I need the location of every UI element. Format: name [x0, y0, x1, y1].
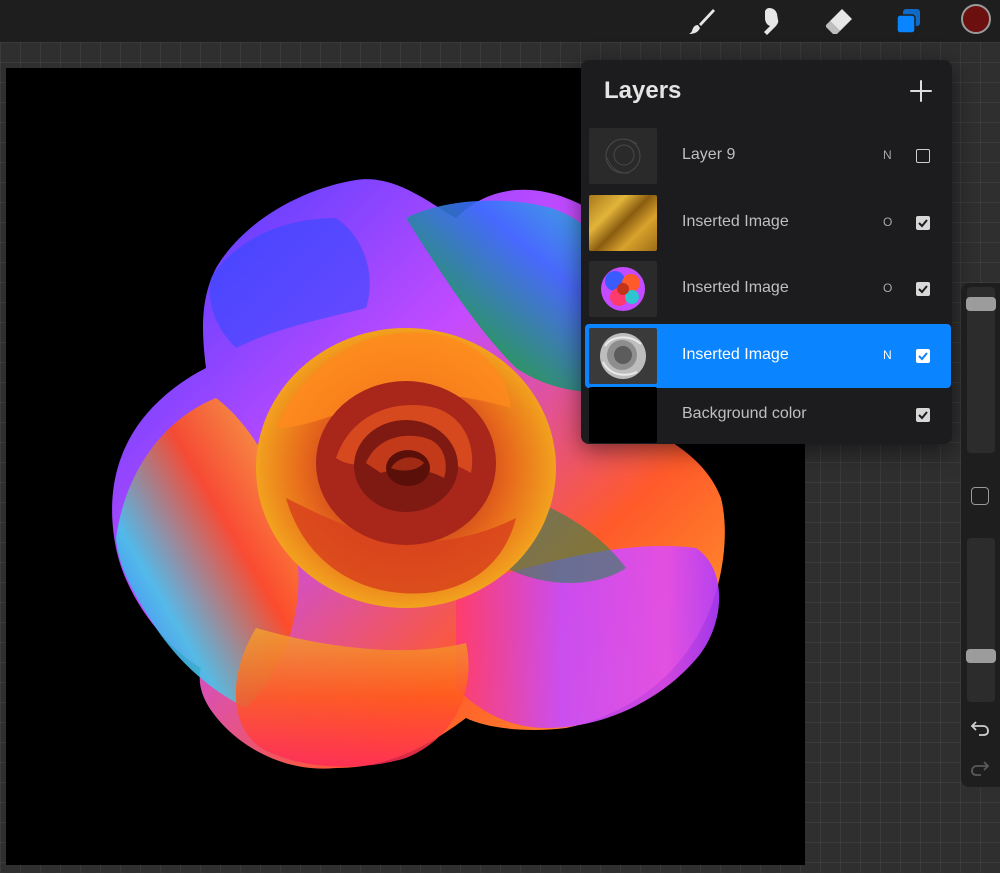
visibility-checkbox[interactable]: [916, 349, 930, 363]
blend-mode-button[interactable]: O: [883, 215, 892, 229]
checkmark-icon: [918, 352, 928, 361]
layer-name: Layer 9: [682, 146, 736, 163]
plus-icon: [910, 80, 932, 102]
add-layer-button[interactable]: [908, 78, 934, 104]
layer-thumbnail: [589, 195, 657, 251]
visibility-checkbox[interactable]: [916, 408, 930, 422]
undo-icon[interactable]: [969, 716, 991, 738]
layer-row-inserted-image-gray[interactable]: Inserted Image N: [585, 324, 951, 388]
opacity-slider[interactable]: [966, 538, 996, 702]
opacity-handle[interactable]: [966, 648, 996, 663]
layer-row-inserted-image-gold[interactable]: Inserted Image O: [585, 191, 951, 255]
layer-thumbnail: [589, 387, 657, 443]
visibility-checkbox[interactable]: [916, 216, 930, 230]
brush-size-slider[interactable]: [966, 287, 996, 453]
brush-icon[interactable]: [686, 5, 718, 37]
layer-name: Background color: [682, 405, 807, 422]
layer-thumbnail: [589, 128, 657, 184]
blend-mode-button[interactable]: N: [883, 148, 892, 162]
layer-row-background-color[interactable]: Background color: [585, 383, 951, 447]
layer-thumbnail: [589, 328, 657, 384]
layer-thumbnail: [589, 261, 657, 317]
blend-mode-button[interactable]: N: [883, 348, 892, 362]
visibility-checkbox[interactable]: [916, 282, 930, 296]
layers-panel-title: Layers: [604, 77, 682, 104]
layer-row-layer-9[interactable]: Layer 9 N: [585, 124, 951, 188]
redo-icon[interactable]: [969, 756, 991, 778]
right-sidebar: [961, 283, 1000, 787]
visibility-checkbox[interactable]: [916, 149, 930, 163]
blend-mode-button[interactable]: O: [883, 281, 892, 295]
brush-size-handle[interactable]: [966, 296, 996, 311]
checkmark-icon: [918, 219, 928, 228]
smudge-icon[interactable]: [754, 5, 786, 37]
color-picker-swatch[interactable]: [961, 4, 991, 34]
checkmark-icon: [918, 285, 928, 294]
top-toolbar: [0, 0, 1000, 42]
eraser-icon[interactable]: [823, 5, 855, 37]
layer-name: Inserted Image: [682, 346, 789, 363]
layer-name: Inserted Image: [682, 213, 789, 230]
layer-row-inserted-image-color[interactable]: Inserted Image O: [585, 257, 951, 321]
layers-icon[interactable]: [892, 5, 924, 37]
layers-panel: Layers Layer 9 N Inserted Image O Insert…: [581, 60, 952, 444]
checkmark-icon: [918, 411, 928, 420]
modify-button[interactable]: [971, 487, 989, 505]
layer-name: Inserted Image: [682, 279, 789, 296]
